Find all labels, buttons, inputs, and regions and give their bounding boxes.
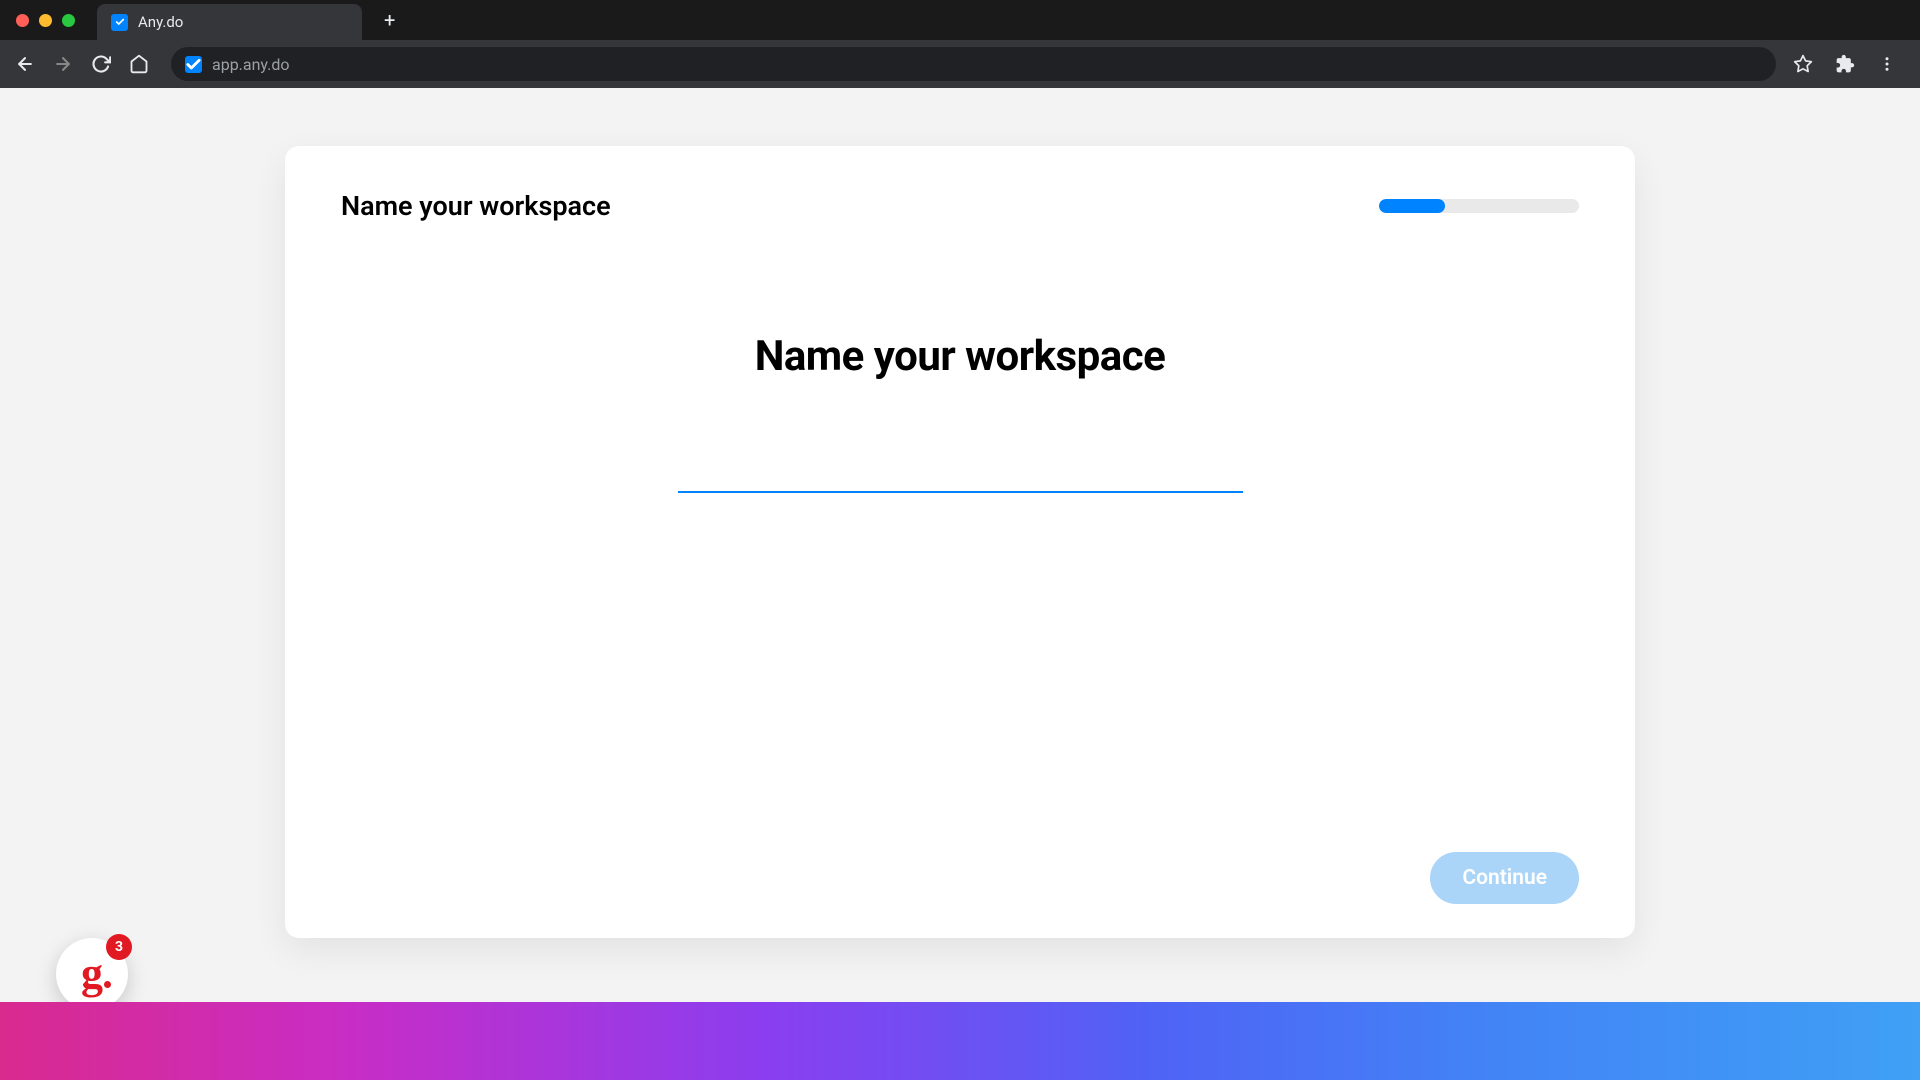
maximize-window-button[interactable] bbox=[62, 14, 75, 27]
url-favicon-icon bbox=[185, 56, 202, 73]
page-heading: Name your workspace bbox=[755, 332, 1166, 381]
help-widget[interactable]: g 3 bbox=[56, 938, 128, 1010]
browser-chrome: Any.do + app.any.do bbox=[0, 0, 1920, 88]
url-text: app.any.do bbox=[212, 55, 290, 74]
reload-button[interactable] bbox=[90, 53, 112, 75]
progress-fill bbox=[1379, 199, 1445, 213]
back-button[interactable] bbox=[14, 53, 36, 75]
onboarding-card: Name your workspace Name your workspace … bbox=[285, 146, 1635, 938]
step-label: Name your workspace bbox=[341, 190, 611, 222]
browser-toolbar: app.any.do bbox=[0, 40, 1920, 88]
tab-title: Any.do bbox=[138, 13, 183, 31]
bookmark-button[interactable] bbox=[1792, 53, 1814, 75]
tab-bar: Any.do + bbox=[0, 0, 1920, 40]
forward-button[interactable] bbox=[52, 53, 74, 75]
widget-logo-dot-icon bbox=[104, 981, 111, 988]
toolbar-right bbox=[1792, 53, 1906, 75]
footer-gradient bbox=[0, 1002, 1920, 1080]
progress-bar bbox=[1379, 199, 1579, 213]
tab-favicon-icon bbox=[111, 14, 128, 31]
continue-button[interactable]: Continue bbox=[1430, 852, 1579, 904]
widget-logo: g bbox=[81, 952, 103, 996]
extensions-button[interactable] bbox=[1834, 53, 1856, 75]
window-controls bbox=[0, 14, 75, 27]
home-button[interactable] bbox=[128, 53, 150, 75]
close-window-button[interactable] bbox=[16, 14, 29, 27]
page-content: Name your workspace Name your workspace … bbox=[0, 88, 1920, 1080]
widget-badge: 3 bbox=[106, 934, 132, 960]
minimize-window-button[interactable] bbox=[39, 14, 52, 27]
new-tab-button[interactable]: + bbox=[384, 8, 395, 32]
card-body: Name your workspace bbox=[341, 332, 1579, 493]
browser-tab[interactable]: Any.do bbox=[97, 4, 362, 40]
url-bar[interactable]: app.any.do bbox=[171, 47, 1776, 81]
menu-button[interactable] bbox=[1876, 53, 1898, 75]
workspace-name-input[interactable] bbox=[678, 437, 1243, 493]
card-header: Name your workspace bbox=[341, 190, 1579, 222]
